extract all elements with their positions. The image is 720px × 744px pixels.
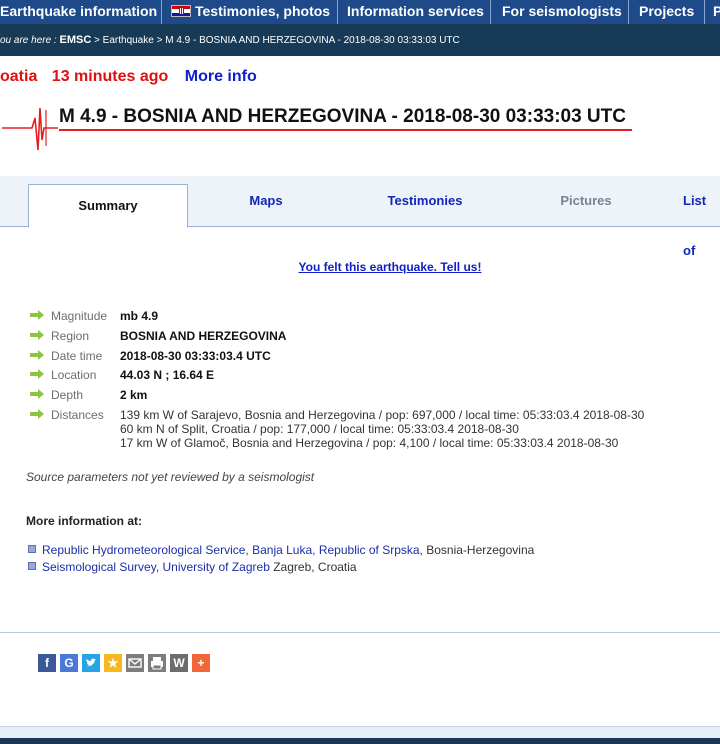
facebook-icon[interactable]: f <box>38 654 56 672</box>
green-arrow-icon <box>30 369 44 379</box>
nav-separator <box>704 0 705 24</box>
detail-value: 44.03 N ; 16.64 E <box>120 368 215 382</box>
distance-line: 60 km N of Split, Croatia / pop: 177,000… <box>120 422 519 436</box>
more-icon[interactable]: + <box>192 654 210 672</box>
page-title: M 4.9 - BOSNIA AND HERZEGOVINA - 2018-08… <box>59 106 626 127</box>
print-icon[interactable] <box>148 654 166 672</box>
agency-link[interactable]: Seismological Survey, University of Zagr… <box>42 560 270 574</box>
felt-it-link[interactable]: You felt this earthquake. Tell us! <box>0 260 720 274</box>
seismogram-icon <box>2 107 58 151</box>
document-icon <box>28 545 36 553</box>
detail-row-magnitude: Magnitude mb 4.9 <box>0 306 720 326</box>
agency-country: Bosnia-Herzegovina <box>426 543 535 557</box>
headline-region: oatia <box>0 68 38 85</box>
twitter-icon[interactable] <box>82 654 100 672</box>
distances-list: 139 km W of Sarajevo, Bosnia and Herzego… <box>120 408 644 450</box>
nav-separator <box>337 0 338 24</box>
agency-region-link[interactable]: Republic of Srpska, <box>319 543 423 557</box>
detail-label: Depth <box>51 388 84 402</box>
event-headline: oatia 13 minutes ago More info <box>0 68 257 90</box>
detail-label: Magnitude <box>51 309 108 323</box>
nav-for-seismologists[interactable]: For seismologists <box>502 0 622 24</box>
tab-summary[interactable]: Summary <box>28 184 188 228</box>
green-arrow-icon <box>30 350 44 360</box>
detail-label: Date time <box>51 349 103 363</box>
breadcrumb-prefix: ou are here : <box>0 35 60 46</box>
detail-value: 2018-08-30 03:33:03.4 UTC <box>120 349 271 363</box>
detail-value: BOSNIA AND HERZEGOVINA <box>120 329 287 343</box>
green-arrow-icon <box>30 409 44 419</box>
detail-value: mb 4.9 <box>120 309 159 323</box>
tab-pictures[interactable]: Pictures <box>506 176 666 227</box>
croatia-flag-icon <box>171 5 191 17</box>
more-info-heading: More information at: <box>26 514 142 528</box>
footer-strip <box>0 726 720 738</box>
nav-testimonies-photos[interactable]: Testimonies, photos <box>171 0 330 24</box>
google-icon[interactable]: G <box>60 654 78 672</box>
title-underline <box>59 129 632 131</box>
nav-information-services[interactable]: Information services <box>347 0 484 24</box>
page: Earthquake information Testimonies, phot… <box>0 0 720 744</box>
document-icon <box>28 562 36 570</box>
detail-row-datetime: Date time 2018-08-30 03:33:03.4 UTC <box>0 346 720 366</box>
nav-earthquake-information[interactable]: Earthquake information <box>0 0 157 24</box>
detail-row-distances: Distances 139 km W of Sarajevo, Bosnia a… <box>0 405 720 451</box>
top-navigation: Earthquake information Testimonies, phot… <box>0 0 720 24</box>
favorite-icon[interactable]: ★ <box>104 654 122 672</box>
detail-row-location: Location 44.03 N ; 16.64 E <box>0 365 720 385</box>
detail-label: Distances <box>51 408 104 422</box>
detail-row-region: Region BOSNIA AND HERZEGOVINA <box>0 326 720 346</box>
more-info-links: Republic Hydrometeorological Service, Ba… <box>28 543 534 577</box>
detail-row-depth: Depth 2 km <box>0 385 720 405</box>
breadcrumb-path: > Earthquake > M 4.9 - BOSNIA AND HERZEG… <box>91 35 460 46</box>
tab-bar: Summary Maps Testimonies Pictures List o… <box>0 176 720 258</box>
nav-separator <box>161 0 162 24</box>
nav-separator <box>628 0 629 24</box>
nav-projects[interactable]: Projects <box>639 0 694 24</box>
distance-line: 17 km W of Glamoč, Bosnia and Herzegovin… <box>120 436 619 450</box>
tab-maps[interactable]: Maps <box>188 176 344 227</box>
detail-label: Region <box>51 329 90 343</box>
breadcrumb-root-link[interactable]: EMSC <box>59 34 91 46</box>
footer-bar <box>0 738 720 744</box>
more-info-link[interactable]: More info <box>185 68 257 85</box>
nav-item-cut-off[interactable]: P <box>713 0 720 24</box>
list-item: Seismological Survey, University of Zagr… <box>28 560 534 577</box>
green-arrow-icon <box>30 310 44 320</box>
source-note: Source parameters not yet reviewed by a … <box>26 470 315 484</box>
headline-time-ago: 13 minutes ago <box>51 68 169 85</box>
email-icon[interactable] <box>126 654 144 672</box>
list-item: Republic Hydrometeorological Service, Ba… <box>28 543 534 560</box>
detail-label: Location <box>51 368 97 382</box>
nav-separator <box>490 0 491 24</box>
agency-link[interactable]: Republic Hydrometeorological Service, Ba… <box>42 543 315 557</box>
agency-country: Zagreb, Croatia <box>273 560 357 574</box>
green-arrow-icon <box>30 330 44 340</box>
breadcrumb: ou are here : EMSC > Earthquake > M 4.9 … <box>0 24 720 56</box>
tab-list-of[interactable]: List of <box>668 176 720 258</box>
green-arrow-icon <box>30 389 44 399</box>
detail-value: 2 km <box>120 388 148 402</box>
distance-line: 139 km W of Sarajevo, Bosnia and Herzego… <box>120 408 645 422</box>
divider <box>0 632 720 633</box>
wordpress-icon[interactable]: W <box>170 654 188 672</box>
tab-testimonies[interactable]: Testimonies <box>346 176 504 227</box>
